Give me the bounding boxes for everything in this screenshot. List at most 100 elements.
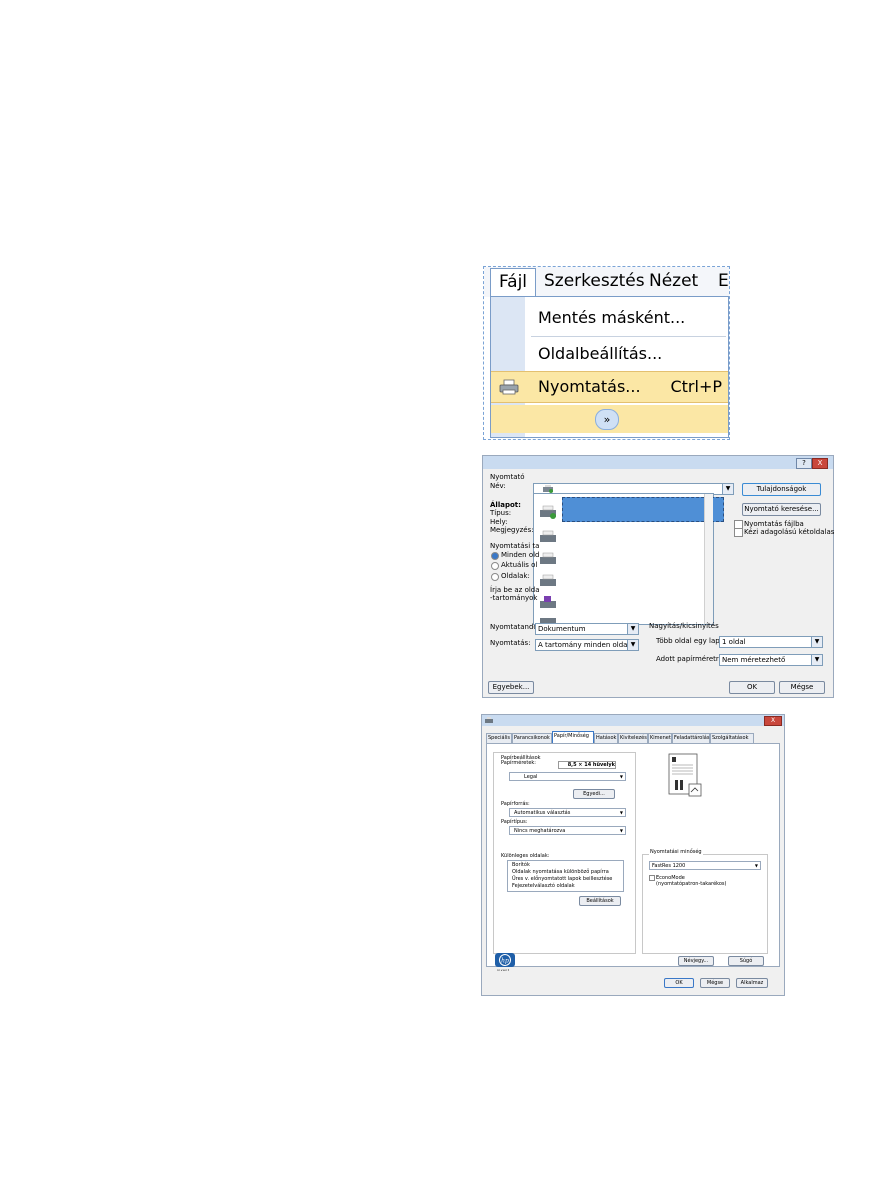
printer-icon [485,717,493,723]
tab-finishing[interactable]: Kivitelezés [618,733,648,743]
menu-item-save-as[interactable]: Mentés másként... [491,303,728,333]
apply-button[interactable]: Alkalmaz [736,978,768,988]
chevron-down-icon[interactable]: ▼ [722,484,733,494]
paper-type-value: Nincs meghatározva [514,828,566,834]
paper-type-label: Papírtípus: [501,819,528,825]
special-pages-label: Különleges oldalak: [501,853,550,859]
save-as-label: Mentés másként... [538,308,686,327]
range-section-label: Nyomtatási ta [490,542,540,550]
list-item[interactable]: Üres v. előnyomtatott lapok beillesztése [512,876,612,882]
type-label: Típus: [490,509,512,517]
range-pages-label: Oldalak: [501,572,530,580]
print-pages-combo[interactable]: A tartomány minden oldala ▼ [535,639,639,651]
print-what-combo[interactable]: Dokumentum ▼ [535,623,639,635]
close-icon[interactable]: X [764,716,782,726]
printer-properties-dialog: X Speciális Parancsikonok Papír/Minőség … [481,714,785,996]
manual-duplex-label: Kézi adagolású kétoldalas [744,528,835,536]
range-all-radio[interactable] [491,552,499,560]
chevron-down-icon[interactable]: ▼ [811,637,822,647]
printer-icon [540,574,556,586]
cancel-button[interactable]: Mégse [779,681,825,694]
list-item[interactable]: Fejezetelválasztó oldalak [512,883,575,889]
help-button[interactable]: Súgó [728,956,764,966]
ok-button[interactable]: OK [729,681,775,694]
svg-text:hp: hp [501,958,509,965]
options-button[interactable]: Egyebek... [488,681,534,694]
tab-output[interactable]: Kimenet [648,733,672,743]
chevron-down-icon[interactable]: ▼ [627,640,638,650]
range-current-radio[interactable] [491,562,499,570]
expand-chevron-icon[interactable]: » [595,409,619,430]
paper-type-combo[interactable]: Nincs meghatározva ▼ [509,826,626,835]
paper-size-combo[interactable]: Legal ▼ [509,772,626,781]
range-pages-radio[interactable] [491,573,499,581]
menu-view[interactable]: Nézet [649,271,698,291]
printer-icon [543,485,553,493]
tab-job-storage[interactable]: Feladattárolás [672,733,710,743]
print-to-file-label: Nyomtatás fájlba [744,520,804,528]
list-scrollbar[interactable] [704,494,713,624]
list-item[interactable]: Oldalak nyomtatása különböző papírra [512,869,609,875]
special-pages-list[interactable]: Borítók Oldalak nyomtatása különböző pap… [507,860,624,892]
chevron-down-icon[interactable]: ▼ [627,624,638,634]
tab-effects[interactable]: Hatások [594,733,618,743]
print-quality-label: Nyomtatási minőség [649,849,703,855]
chevron-down-icon[interactable]: ▼ [620,809,623,816]
menu-bar: Fájl Szerkesztés Nézet E [484,267,729,297]
ok-button[interactable]: OK [664,978,694,988]
zoom-section-label: Nagyítás/kicsinyítés [649,622,719,630]
printer-section-label: Nyomtató [490,473,525,481]
chevron-down-icon[interactable]: ▼ [811,655,822,665]
chevron-down-icon[interactable]: ▼ [620,827,623,834]
chevron-down-icon[interactable]: ▼ [755,862,758,869]
settings-button[interactable]: Beállítások [579,896,621,906]
menu-item-page-setup[interactable]: Oldalbeállítás... [491,339,728,369]
fax-printer-icon [540,596,556,608]
paper-quality-panel: Papírbeállítások Papírméretek: 8,5 × 14 … [486,743,780,967]
hp-logo-icon: hp [495,953,515,967]
print-quality-combo[interactable]: FastRes 1200 ▼ [649,861,761,870]
print-shortcut: Ctrl+P [670,377,722,396]
chevron-down-icon[interactable]: ▼ [620,773,623,780]
paper-source-label: Papírforrás: [501,801,530,807]
menu-expand-row[interactable]: » [491,405,728,433]
menu-edit[interactable]: Szerkesztés [544,271,645,291]
range-current-label: Aktuális ol [501,561,538,569]
menu-more[interactable]: E [718,271,729,291]
manual-duplex-checkbox[interactable] [734,528,743,537]
scale-combo[interactable]: Nem méretezhető ▼ [719,654,823,666]
economode-checkbox[interactable] [649,875,655,881]
hp-logo-text: invent [497,968,510,972]
range-hint: Írja be az olda [490,586,540,594]
paper-sizes-label: Papírméretek: [501,760,536,766]
about-button[interactable]: Névjegy... [678,956,714,966]
cancel-button[interactable]: Mégse [700,978,730,988]
page-preview-icon [668,753,702,797]
status-label: Állapot: [490,501,521,509]
print-what-label: Nyomtatandó: [490,623,541,631]
list-item[interactable]: Borítók [512,862,530,868]
printer-icon [540,552,556,564]
file-menu-screenshot: Fájl Szerkesztés Nézet E Mentés másként.… [483,266,730,440]
name-label: Név: [490,482,506,490]
print-label: Nyomtatás: [490,639,531,647]
close-icon[interactable]: X [812,458,828,469]
menu-item-print[interactable]: Nyomtatás... Ctrl+P [491,371,728,403]
comment-label: Megjegyzés: [490,526,534,534]
menu-file[interactable]: Fájl [490,268,536,296]
paper-source-combo[interactable]: Automatikus választás ▼ [509,808,626,817]
economode-note: (nyomtatópatron-takarékos) [656,881,727,887]
where-label: Hely: [490,518,508,526]
page-setup-label: Oldalbeállítás... [538,344,663,363]
tab-advanced[interactable]: Speciális [486,733,512,743]
custom-size-button[interactable]: Egyedi... [573,789,615,799]
printer-dropdown-list[interactable] [533,493,724,625]
find-printer-button[interactable]: Nyomtató keresése... [742,503,821,516]
tab-services[interactable]: Szolgáltatások [710,733,754,743]
dialog-title-bar: ? X [483,456,833,469]
tab-shortcuts[interactable]: Parancsikonok [512,733,552,743]
properties-button[interactable]: Tulajdonságok [742,483,821,496]
selected-printer-row[interactable] [562,497,724,522]
pages-per-sheet-combo[interactable]: 1 oldal ▼ [719,636,823,648]
help-icon[interactable]: ? [796,458,812,469]
